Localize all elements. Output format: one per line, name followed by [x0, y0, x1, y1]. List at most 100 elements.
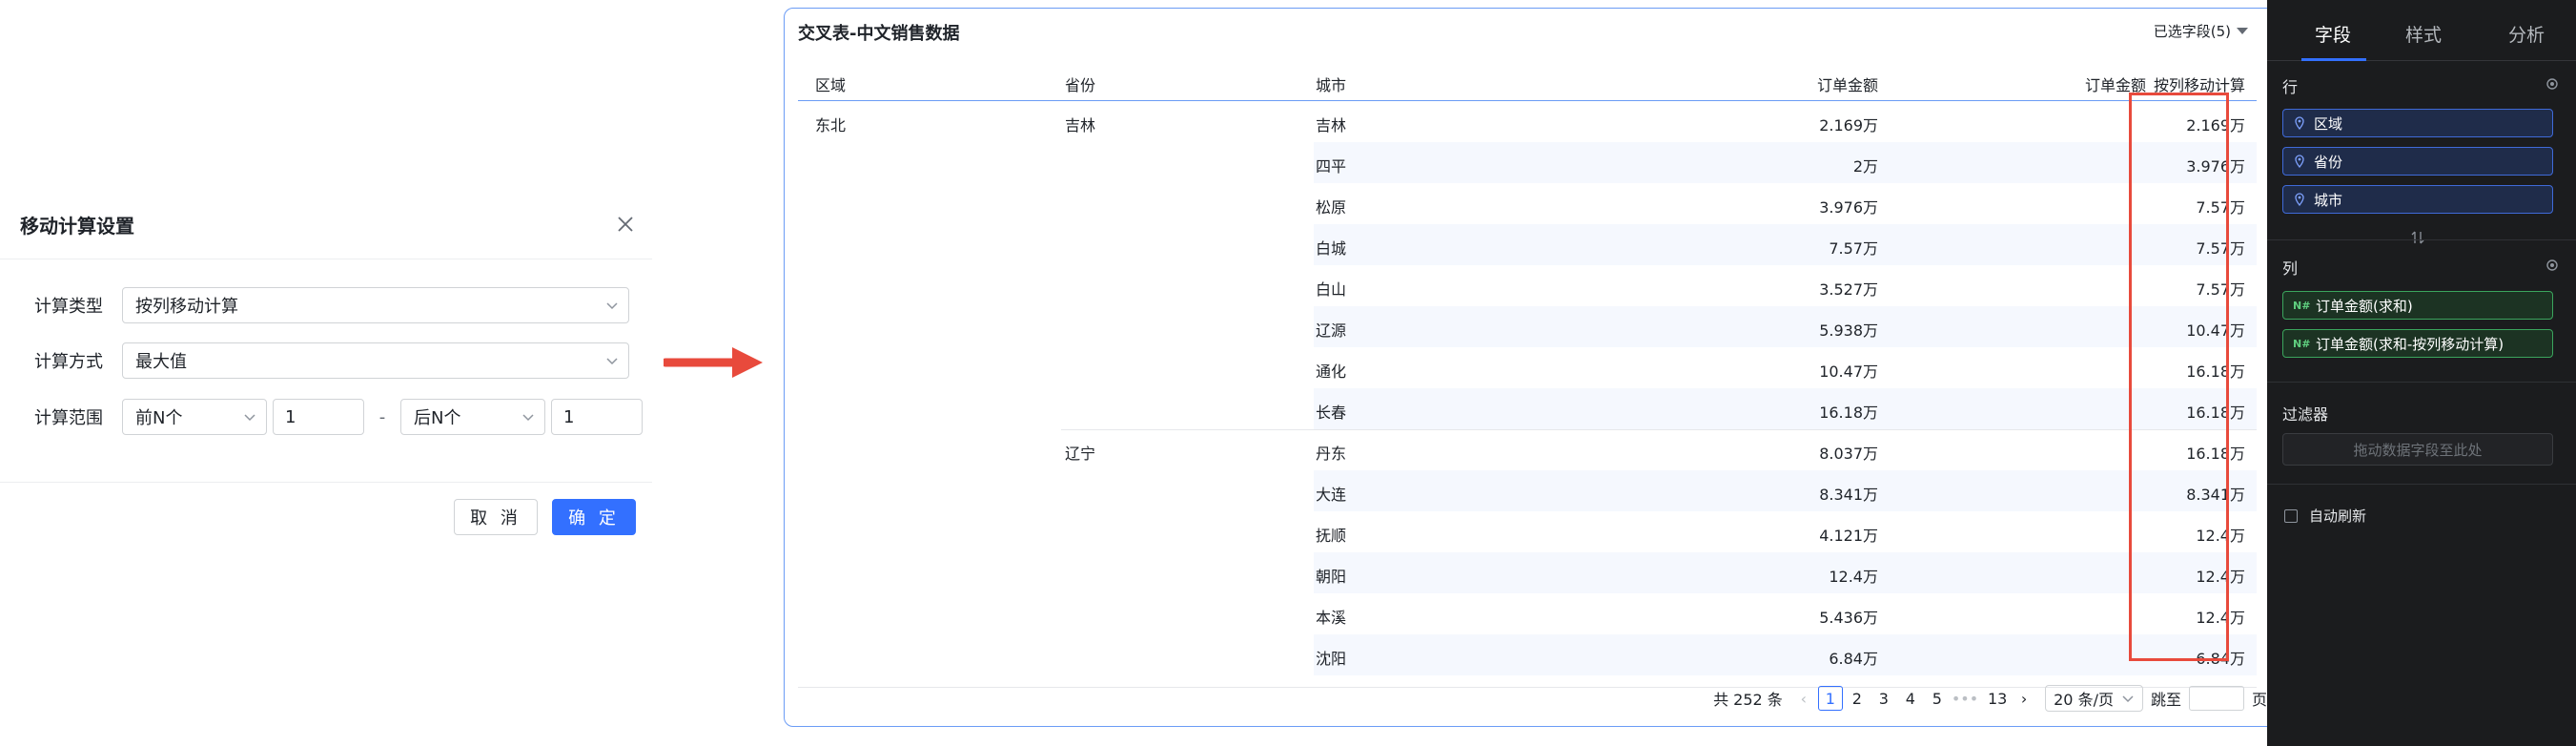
calc-method-label: 计算方式: [34, 352, 103, 372]
jump-label: 跳至: [2150, 691, 2181, 709]
header-city: 城市: [1316, 76, 1347, 94]
chevron-down-icon: [522, 414, 534, 422]
swap-icon[interactable]: [2410, 230, 2425, 245]
number-icon: N#: [2293, 299, 2311, 312]
tab-style[interactable]: 样式: [2405, 21, 2442, 47]
table-row: 大连 8.341万 8.341万: [1314, 470, 2257, 511]
amount-cell: 10.47万: [1819, 363, 1878, 381]
page-5[interactable]: 5: [1925, 686, 1950, 711]
amount-cell: 6.84万: [1829, 650, 1878, 668]
amount-cell: 5.436万: [1819, 609, 1878, 627]
col-field-label: 订单金额(求和-按列移动计算): [2316, 335, 2504, 353]
range-start-input[interactable]: 1: [273, 399, 364, 435]
range-end-input[interactable]: 1: [551, 399, 643, 435]
location-icon: [2295, 116, 2304, 130]
city-cell: 长春: [1316, 404, 1347, 422]
province-cell: 吉林: [1065, 116, 1096, 135]
filter-drop-zone[interactable]: 拖动数据字段至此处: [2282, 433, 2553, 466]
table-row: 四平 2万 3.976万: [1314, 142, 2257, 183]
tab-analysis[interactable]: 分析: [2508, 21, 2545, 47]
table-title: 交叉表-中文销售数据: [798, 24, 960, 44]
row-field-chip[interactable]: 区域: [2282, 109, 2553, 137]
amount-cell: 2.169万: [1819, 116, 1878, 135]
calc-range-label: 计算范围: [34, 408, 103, 428]
amount-cell: 2万: [1852, 157, 1878, 176]
row-field-label: 省份: [2314, 153, 2343, 171]
city-cell: 白城: [1316, 239, 1347, 258]
gear-icon[interactable]: [2545, 76, 2560, 92]
row-field-chip[interactable]: 省份: [2282, 147, 2553, 176]
amount-cell: 16.18万: [1819, 404, 1878, 422]
calc-method-value: 最大值: [135, 352, 187, 372]
col-field-chip[interactable]: N# 订单金额(求和): [2282, 291, 2553, 320]
right-arrow-icon: [664, 347, 763, 378]
cancel-button[interactable]: 取 消: [454, 499, 538, 535]
col-field-label: 订单金额(求和): [2316, 297, 2413, 315]
calc-type-label: 计算类型: [34, 297, 103, 317]
selected-fields-label: 已选字段(5): [2153, 23, 2231, 40]
tab-fields[interactable]: 字段: [2315, 21, 2351, 47]
dialog-title: 移动计算设置: [20, 215, 134, 238]
calc-method-row: 计算方式 最大值: [34, 342, 629, 379]
number-icon: N#: [2293, 337, 2311, 350]
city-cell: 朝阳: [1316, 568, 1347, 586]
gear-icon[interactable]: [2545, 258, 2560, 273]
city-cell: 辽源: [1316, 321, 1347, 340]
amount-cell: 12.4万: [1829, 568, 1878, 586]
city-cell: 沈阳: [1316, 650, 1347, 668]
amount-cell: 8.037万: [1819, 445, 1878, 463]
close-icon[interactable]: [614, 213, 637, 236]
ok-button[interactable]: 确 定: [552, 499, 636, 535]
chevron-down-icon: [2122, 695, 2134, 703]
city-cell: 丹东: [1316, 445, 1347, 463]
page-4[interactable]: 4: [1898, 686, 1923, 711]
table-row: 吉林 2.169万 2.169万: [1314, 101, 2257, 142]
page-1[interactable]: 1: [1817, 686, 1843, 711]
section-divider: [2267, 382, 2576, 383]
amount-cell: 4.121万: [1819, 527, 1878, 545]
table-row: 白城 7.57万 7.57万: [1314, 224, 2257, 265]
col-field-chip[interactable]: N# 订单金额(求和-按列移动计算): [2282, 329, 2553, 358]
jump-page-input[interactable]: [2188, 686, 2244, 711]
table-row: 抚顺 4.121万 12.4万: [1314, 511, 2257, 552]
row-field-chip[interactable]: 城市: [2282, 185, 2553, 214]
auto-refresh-row[interactable]: 自动刷新: [2284, 506, 2366, 526]
moving-column-highlight: [2129, 93, 2229, 661]
selected-fields-dropdown[interactable]: 已选字段(5): [2154, 21, 2248, 41]
prev-page-icon[interactable]: ‹: [1791, 686, 1816, 711]
amount-cell: 7.57万: [1829, 239, 1878, 258]
moving-calc-dialog: 移动计算设置 计算类型 按列移动计算 计算方式 最大值 计算范围 前N个 1 -…: [0, 196, 652, 549]
region-cell: 东北: [815, 116, 847, 135]
section-divider: [2267, 484, 2576, 485]
page-3[interactable]: 3: [1871, 686, 1896, 711]
calc-range-row: 计算范围 前N个 1 - 后N个 1: [34, 399, 643, 435]
calc-method-select[interactable]: 最大值: [122, 342, 629, 379]
pagination: 共 252 条 ‹ 1 2 3 4 5 ••• 13 › 20 条/页 跳至 页: [1713, 685, 2267, 712]
amount-cell: 5.938万: [1819, 321, 1878, 340]
range-start-select[interactable]: 前N个: [122, 399, 267, 435]
province-cell: 辽宁: [1065, 445, 1096, 463]
table-row: 白山 3.527万 7.57万: [1314, 265, 2257, 306]
calc-type-select[interactable]: 按列移动计算: [122, 287, 629, 323]
cols-section-title: 列: [2282, 259, 2299, 278]
table-row: 长春 16.18万 16.18万: [1314, 388, 2257, 429]
range-end-select-value: 后N个: [414, 408, 461, 428]
auto-refresh-checkbox[interactable]: [2284, 508, 2298, 523]
chevron-down-icon: [606, 302, 618, 310]
table-row: 朝阳 12.4万 12.4万: [1314, 552, 2257, 593]
header-province: 省份: [1065, 76, 1096, 94]
table-row: 丹东 8.037万 16.18万: [1314, 429, 2257, 470]
range-start-select-value: 前N个: [135, 408, 183, 428]
section-divider: [2267, 239, 2576, 240]
page-2[interactable]: 2: [1845, 686, 1870, 711]
page-size-select[interactable]: 20 条/页: [2045, 685, 2143, 712]
next-page-icon[interactable]: ›: [2012, 686, 2036, 711]
city-cell: 抚顺: [1316, 527, 1347, 545]
page-ellipsis[interactable]: •••: [1952, 686, 1978, 711]
range-separator: -: [378, 406, 386, 427]
range-end-select[interactable]: 后N个: [400, 399, 545, 435]
location-icon: [2295, 193, 2304, 206]
table-row: 本溪 5.436万 12.4万: [1314, 593, 2257, 634]
page-last[interactable]: 13: [1985, 686, 2010, 711]
caret-down-icon: [2237, 28, 2248, 34]
